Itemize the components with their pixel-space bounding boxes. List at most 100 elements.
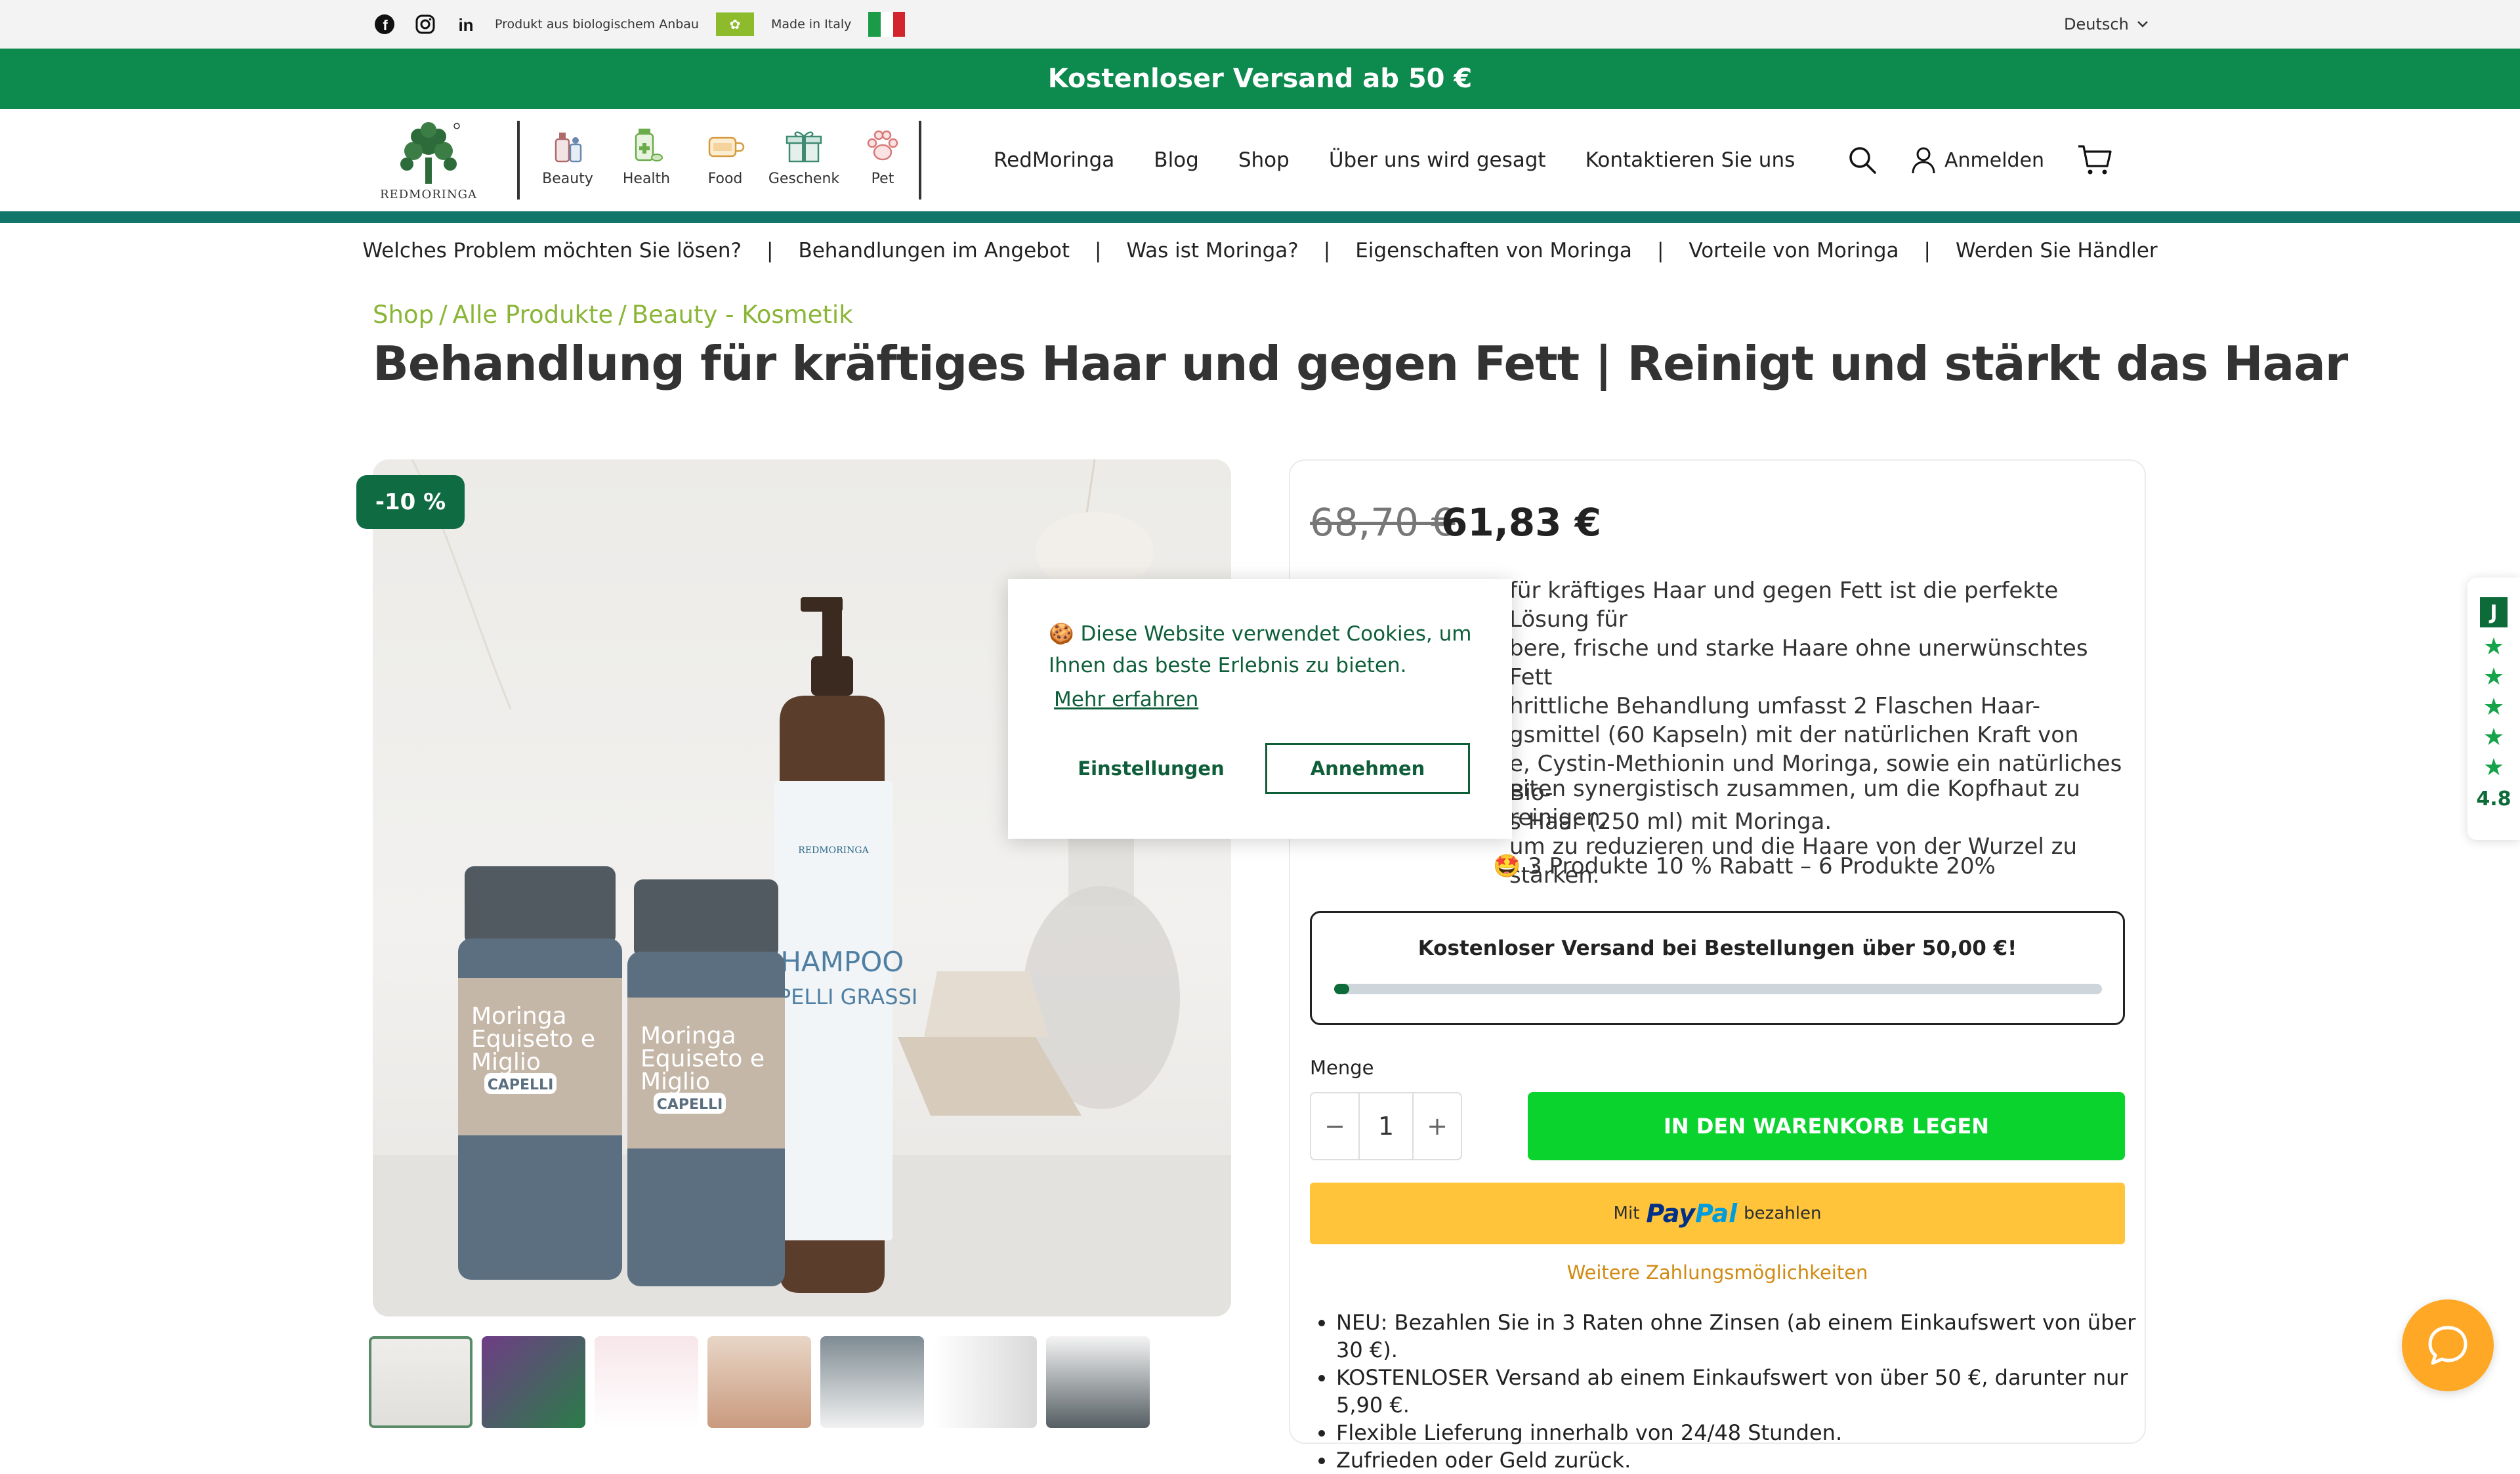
breadcrumb-all-products[interactable]: Alle Produkte	[453, 301, 614, 329]
search-icon[interactable]	[1847, 145, 1878, 175]
paypal-button[interactable]: Mit PayPal bezahlen	[1310, 1183, 2125, 1244]
chat-button[interactable]	[2402, 1299, 2494, 1391]
free-shipping-progress: Kostenloser Versand bei Bestellungen übe…	[1310, 911, 2125, 1025]
food-icon	[708, 137, 745, 158]
organic-text: Produkt aus biologischem Anbau	[495, 17, 699, 32]
review-widget[interactable]: J ★ ★ ★ ★ ★ 4.8	[2468, 578, 2520, 840]
quantity-decrease-button[interactable]: −	[1311, 1093, 1358, 1159]
chevron-down-icon	[2137, 21, 2148, 28]
free-shipping-text: Kostenloser Versand bei Bestellungen übe…	[1418, 937, 2017, 960]
quantity-increase-button[interactable]: +	[1414, 1093, 1461, 1159]
instagram-icon[interactable]	[413, 12, 437, 36]
jar-tag: CAPELLI	[488, 1077, 554, 1093]
category-pet[interactable]: Pet	[853, 125, 912, 187]
subnav-problem[interactable]: Welches Problem möchten Sie lösen?	[362, 239, 742, 263]
facebook-icon[interactable]: f	[373, 12, 396, 36]
description-line: bere, frische und starke Haare ohne uner…	[1509, 635, 2088, 690]
category-health[interactable]: Health	[617, 125, 676, 187]
nav-blog[interactable]: Blog	[1154, 148, 1199, 172]
login-button[interactable]: Anmelden	[1910, 146, 2044, 175]
header-divider-bar	[0, 211, 2520, 223]
breadcrumb-shop[interactable]: Shop	[373, 301, 434, 329]
star-icon: ★	[2483, 694, 2505, 721]
description-line: gsmittel (60 Kapseln) mit der natürliche…	[1509, 722, 2079, 748]
breadcrumb-beauty[interactable]: Beauty - Kosmetik	[632, 301, 853, 329]
breadcrumb: Shop / Alle Produkte / Beauty - Kosmetik	[373, 301, 853, 329]
subnav-separator: |	[766, 239, 774, 263]
svg-text:in: in	[458, 15, 473, 35]
subnav-properties[interactable]: Eigenschaften von Moringa	[1355, 239, 1632, 263]
svg-text:f: f	[383, 17, 388, 33]
made-in-text: Made in Italy	[770, 17, 852, 32]
secondary-nav: Welches Problem möchten Sie lösen? | Beh…	[0, 223, 2520, 278]
star-icon: ★	[2483, 633, 2505, 660]
nav-testimonials[interactable]: Über uns wird gesagt	[1329, 148, 1546, 172]
subnav-what-is-moringa[interactable]: Was ist Moringa?	[1126, 239, 1298, 263]
sale-price: 61,83 €	[1441, 500, 1602, 545]
description-line: für kräftiges Haar und gegen Fett ist di…	[1509, 578, 2059, 633]
nav-redmoringa[interactable]: RedMoringa	[994, 148, 1114, 172]
quantity-label: Menge	[1310, 1057, 1374, 1079]
product-thumbnail[interactable]	[707, 1336, 811, 1428]
breadcrumb-separator: /	[439, 301, 448, 329]
product-thumbnail[interactable]	[820, 1336, 924, 1428]
product-thumbnail[interactable]	[482, 1336, 585, 1428]
benefit-item: KOSTENLOSER Versand ab einem Einkaufswer…	[1336, 1364, 2139, 1419]
linkedin-icon[interactable]: in	[454, 12, 478, 36]
cookie-message: 🍪 Diese Website verwendet Cookies, um Ih…	[1049, 622, 1472, 677]
add-to-cart-button[interactable]: IN DEN WARENKORB LEGEN	[1528, 1092, 2125, 1160]
user-icon	[1912, 147, 1935, 174]
product-benefits-list: NEU: Bezahlen Sie in 3 Raten ohne Zinsen…	[1312, 1309, 2139, 1474]
beauty-icon	[555, 133, 582, 163]
health-icon	[635, 129, 663, 161]
paw-icon	[867, 130, 898, 161]
category-food[interactable]: Food	[696, 125, 755, 187]
nav-contact[interactable]: Kontaktieren Sie uns	[1586, 148, 1796, 172]
language-selector[interactable]: Deutsch	[2064, 0, 2149, 49]
jar-label: Miglio	[471, 1049, 541, 1076]
category-label: Geschenk	[768, 171, 840, 187]
shipping-progress-track	[1334, 984, 2102, 994]
cookie-consent-popup: 🍪 Diese Website verwendet Cookies, um Ih…	[1008, 579, 1512, 839]
product-thumbnail[interactable]	[933, 1336, 1037, 1428]
judgeme-logo-icon: J	[2480, 597, 2508, 627]
original-price: 68,70 €	[1310, 500, 1456, 545]
subnav-separator: |	[1323, 239, 1331, 263]
gift-icon	[786, 131, 822, 163]
category-gift[interactable]: Geschenk	[768, 125, 839, 187]
more-payment-options-link[interactable]: Weitere Zahlungsmöglichkeiten	[1310, 1261, 2125, 1284]
benefit-item: NEU: Bezahlen Sie in 3 Raten ohne Zinsen…	[1336, 1309, 2139, 1364]
subnav-separator: |	[1656, 239, 1664, 263]
cookie-learn-more-link[interactable]: Mehr erfahren	[1054, 688, 1198, 711]
header-divider	[517, 121, 520, 200]
login-label: Anmelden	[1944, 148, 2045, 172]
subnav-treatments[interactable]: Behandlungen im Angebot	[798, 239, 1070, 263]
cart-icon[interactable]	[2077, 144, 2112, 177]
main-nav: RedMoringa Blog Shop Über uns wird gesag…	[994, 109, 1795, 211]
chat-bubble-icon	[2428, 1326, 2468, 1365]
category-label: Beauty	[542, 171, 593, 187]
product-thumbnail[interactable]	[595, 1336, 698, 1428]
product-thumbnail[interactable]	[369, 1336, 472, 1428]
category-beauty[interactable]: Beauty	[538, 125, 597, 187]
category-icons: Beauty Health Food Geschenk Pet	[538, 125, 912, 187]
cookie-accept-button[interactable]: Annehmen	[1265, 743, 1470, 794]
nav-shop[interactable]: Shop	[1238, 148, 1290, 172]
star-icon: ★	[2483, 754, 2505, 781]
category-label: Food	[707, 171, 743, 187]
language-label: Deutsch	[2064, 15, 2129, 33]
utility-left: f in Produkt aus biologischem Anbau ✿ Ma…	[373, 0, 906, 49]
cookie-settings-button[interactable]: Einstellungen	[1049, 743, 1253, 794]
discount-badge: -10 %	[356, 475, 465, 529]
subnav-become-dealer[interactable]: Werden Sie Händler	[1956, 239, 2158, 263]
benefit-item: Flexible Lieferung innerhalb von 24/48 S…	[1336, 1419, 2139, 1446]
product-thumbnail[interactable]	[1046, 1336, 1150, 1428]
subnav-separator: |	[1923, 239, 1931, 263]
category-label: Pet	[871, 171, 894, 187]
header-divider	[919, 121, 921, 200]
subnav-benefits[interactable]: Vorteile von Moringa	[1689, 239, 1899, 263]
subnav-separator: |	[1094, 239, 1102, 263]
quantity-discount-offer: 🤩 3 Produkte 10 % Rabatt – 6 Produkte 20…	[1493, 853, 1996, 879]
quantity-input[interactable]: 1	[1358, 1093, 1414, 1159]
jar-label: Miglio	[640, 1068, 710, 1095]
